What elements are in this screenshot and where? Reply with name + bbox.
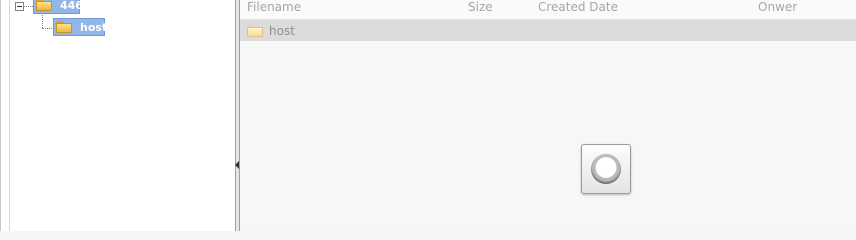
collapse-arrow-icon[interactable] [235, 161, 239, 169]
column-header-created-date[interactable]: Created Date [538, 0, 618, 14]
tree-node-label: host [80, 20, 108, 34]
folder-tree-pane: 446 host [0, 0, 236, 231]
file-name: host [269, 23, 295, 38]
column-header-owner[interactable]: Onwer [758, 0, 797, 14]
loading-spinner-icon [591, 154, 621, 184]
column-header-size[interactable]: Size [468, 0, 493, 14]
tree-node-host[interactable]: host [53, 18, 108, 36]
tree-connector [42, 12, 43, 28]
folder-icon [36, 0, 52, 11]
column-header-filename[interactable]: Filename [247, 0, 301, 14]
loading-indicator [581, 144, 631, 194]
column-header-row: Filename Size Created Date Onwer [240, 0, 856, 20]
folder-icon [56, 21, 72, 33]
table-row[interactable]: host [240, 20, 856, 41]
tree-node-label: 446 [60, 0, 83, 12]
file-list-pane: Filename Size Created Date Onwer host [240, 0, 856, 231]
tree-connector [24, 6, 33, 7]
tree-guide-line [9, 0, 10, 231]
collapse-toggle[interactable] [15, 2, 24, 11]
tree-node-root[interactable]: 446 [33, 0, 83, 14]
folder-icon [247, 24, 263, 37]
